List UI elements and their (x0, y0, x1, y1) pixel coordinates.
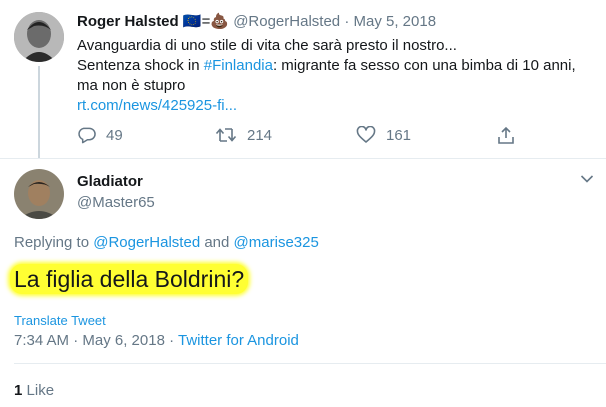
reply-icon (77, 126, 96, 144)
header-separator: · (344, 13, 350, 30)
reply-avatar-image (14, 169, 64, 219)
hashtag-link[interactable]: #Finlandia (204, 57, 273, 74)
parent-avatar[interactable] (14, 12, 64, 62)
share-icon (497, 126, 515, 145)
replying-to: Replying to @RogerHalsted and @marise325 (14, 234, 319, 251)
parent-url-link[interactable]: rt.com/news/425925-fi... (77, 96, 597, 116)
parent-text-line1: Avanguardia di uno stile di vita che sar… (77, 37, 457, 54)
likes-stat-label: Like (26, 382, 55, 399)
reply-count: 49 (106, 126, 123, 144)
equals-emoji: = (201, 13, 211, 30)
parent-author-name[interactable]: Roger Halsted (77, 13, 179, 30)
reply-action[interactable]: 49 (77, 126, 123, 144)
parent-tweet-date[interactable]: May 5, 2018 (353, 13, 436, 30)
parent-author-handle[interactable]: @RogerHalsted (233, 13, 340, 30)
tweet-divider (0, 158, 606, 159)
tweet-source-link[interactable]: Twitter for Android (178, 332, 299, 349)
eu-flag-emoji: 🇪🇺 (182, 13, 202, 30)
retweet-count: 214 (247, 126, 273, 144)
parent-avatar-image (14, 12, 64, 62)
share-action[interactable] (497, 126, 515, 145)
tweet-metadata: 7:34 AM · May 6, 2018 · Twitter for Andr… (14, 332, 299, 349)
reply-text: La figlia della Boldrini? (14, 266, 245, 292)
parent-text-line2-suffix: : migrante fa sesso con una bimba di 10 … (272, 57, 576, 74)
likes-stat-count: 1 (14, 382, 23, 399)
likes-stat[interactable]: 1 Like (14, 382, 54, 399)
replying-user-marise[interactable]: @marise325 (234, 234, 319, 251)
reply-author-name[interactable]: Gladiator (77, 173, 143, 190)
parent-text-line2: Sentenza shock in #Finlandia: migrante f… (77, 56, 597, 76)
retweet-action[interactable]: 214 (215, 126, 272, 144)
replying-to-prefix: Replying to (14, 234, 94, 251)
parent-text-line2-prefix: Sentenza shock in (77, 57, 204, 74)
reply-tweet-text: La figlia della Boldrini? (10, 264, 249, 294)
chevron-down-icon[interactable] (580, 174, 594, 184)
replying-and: and (200, 234, 234, 251)
thread-connector-line (38, 66, 40, 158)
replying-user-roger[interactable]: @RogerHalsted (93, 234, 200, 251)
stats-divider (14, 363, 606, 364)
parent-tweet-text: Avanguardia di uno stile di vita che sar… (77, 36, 597, 116)
reply-author-handle[interactable]: @Master65 (77, 194, 155, 211)
parent-header: Roger Halsted 🇪🇺=💩 @RogerHalsted · May 5… (77, 12, 436, 30)
translate-tweet-link[interactable]: Translate Tweet (14, 313, 106, 328)
tweet-timestamp[interactable]: 7:34 AM · May 6, 2018 · (14, 332, 178, 349)
retweet-icon (215, 126, 237, 144)
parent-text-line3: ma non è stupro (77, 77, 186, 94)
like-count: 161 (386, 126, 412, 144)
reply-avatar[interactable] (14, 169, 64, 219)
poo-emoji: 💩 (210, 13, 230, 30)
heart-icon (356, 126, 376, 144)
like-action[interactable]: 161 (356, 126, 411, 144)
